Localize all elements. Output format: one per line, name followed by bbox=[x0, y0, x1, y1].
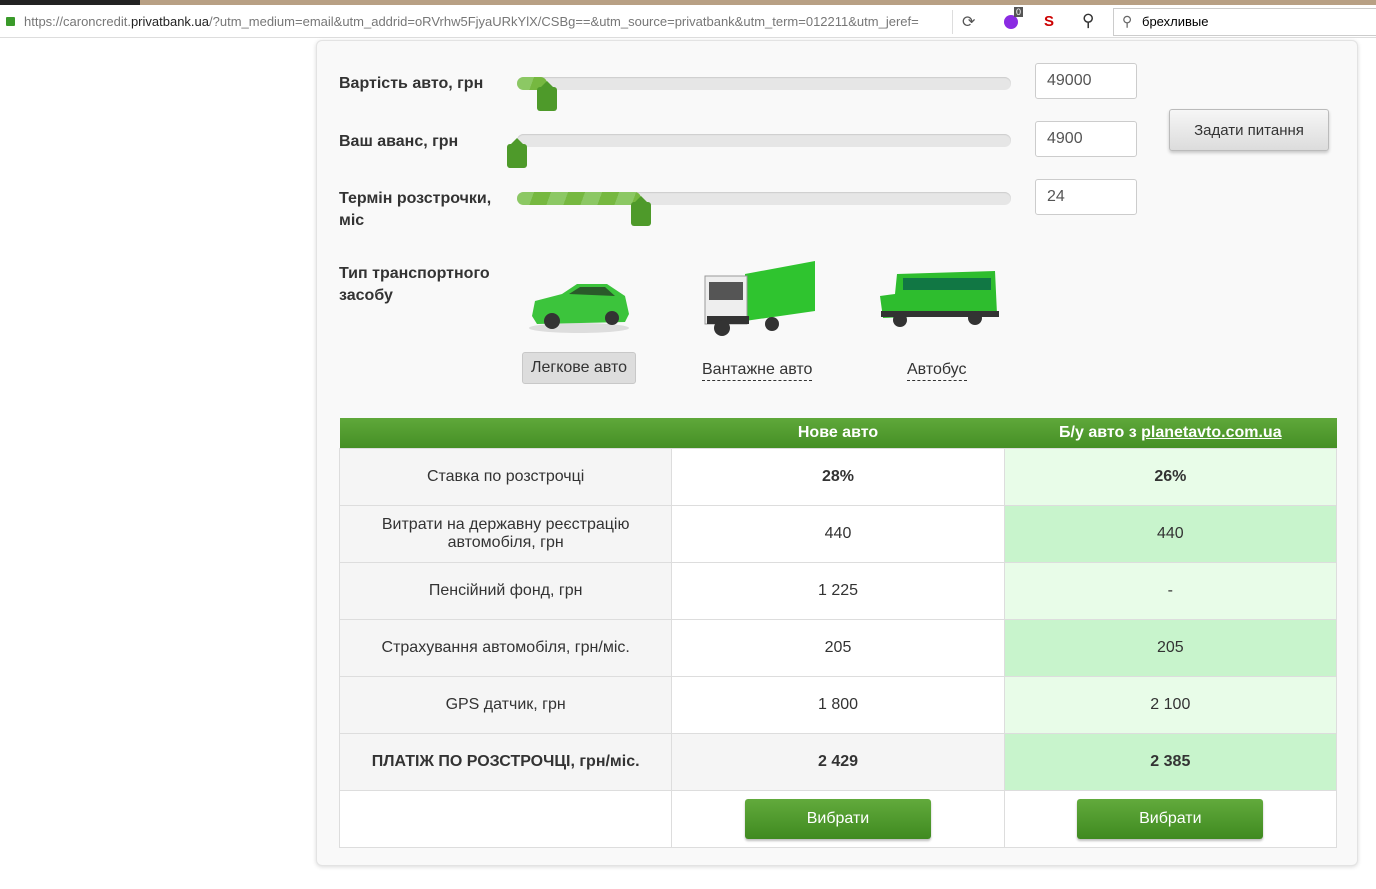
url-text[interactable]: https://caroncredit.privatbank.ua/?utm_m… bbox=[24, 14, 924, 29]
table-row: Ставка по розстрочці 28% 26% bbox=[338, 447, 1338, 506]
url-rest: /?utm_medium=email&utm_addrid=oRVrhw5Fjy… bbox=[209, 14, 919, 29]
advance-input[interactable] bbox=[1035, 121, 1137, 157]
choose-new-button[interactable]: Вибрати bbox=[744, 798, 931, 839]
table-row-total: ПЛАТІЖ ПО РОЗСТРОЧЦІ, грн/міс. 2 429 2 385 bbox=[338, 732, 1338, 791]
row-label: Страхування автомобіля, грн/міс. bbox=[338, 618, 673, 677]
lock-icon bbox=[6, 17, 15, 26]
slider-fill bbox=[517, 192, 641, 205]
car-image[interactable] bbox=[517, 256, 647, 346]
advance-label: Ваш аванс, грн bbox=[339, 133, 459, 150]
comparison-table: Нове авто Б/у авто з planetavto.com.ua С… bbox=[338, 418, 1338, 848]
new-value: 2 429 bbox=[671, 732, 1005, 791]
table-row: Страхування автомобіля, грн/міс. 205 205 bbox=[338, 618, 1338, 677]
bus-image[interactable] bbox=[875, 256, 1005, 346]
car-price-slider[interactable] bbox=[517, 77, 1011, 111]
new-value: 440 bbox=[671, 504, 1005, 563]
car-price-input[interactable] bbox=[1035, 63, 1137, 99]
new-value: 205 bbox=[671, 618, 1005, 677]
term-input[interactable] bbox=[1035, 179, 1137, 215]
new-value: 1 225 bbox=[671, 561, 1005, 620]
new-value: 1 800 bbox=[671, 675, 1005, 734]
reload-icon[interactable]: ⟳ bbox=[962, 12, 975, 32]
used-value: 26% bbox=[1003, 447, 1338, 506]
planetavto-link[interactable]: planetavto.com.ua bbox=[1141, 424, 1281, 441]
table-row: Витрати на державну реєстрацію автомобіл… bbox=[338, 504, 1338, 563]
address-bar[interactable]: https://caroncredit.privatbank.ua/?utm_m… bbox=[0, 5, 1376, 38]
search-input[interactable] bbox=[1142, 14, 1362, 29]
vehicle-type-label: Тип транспортного засобу bbox=[339, 265, 490, 304]
row-label: ПЛАТІЖ ПО РОЗСТРОЧЦІ, грн/міс. bbox=[338, 732, 673, 791]
addon-icon[interactable]: S bbox=[1044, 13, 1054, 30]
table-row: GPS датчик, грн 1 800 2 100 bbox=[338, 675, 1338, 734]
divider bbox=[952, 10, 953, 34]
used-action-cell: Вибрати bbox=[1003, 789, 1338, 848]
advance-slider[interactable] bbox=[507, 134, 1011, 168]
used-value: 440 bbox=[1003, 504, 1338, 563]
header-empty bbox=[339, 418, 672, 448]
row-label: Ставка по розстрочці bbox=[338, 447, 673, 506]
ask-question-button[interactable]: Задати питання bbox=[1169, 109, 1329, 151]
used-value: 2 385 bbox=[1003, 732, 1338, 791]
vehicle-option-car[interactable]: Легкове авто bbox=[522, 352, 636, 384]
url-domain: privatbank.ua bbox=[130, 14, 210, 29]
header-used-label: Б/у авто з bbox=[1059, 423, 1142, 441]
url-prefix: https://caroncredit. bbox=[24, 14, 131, 29]
header-used-car: Б/у авто з planetavto.com.ua bbox=[1004, 418, 1337, 448]
empty-cell bbox=[338, 789, 673, 848]
vehicle-option-truck[interactable]: Вантажне авто bbox=[702, 360, 813, 381]
table-header: Нове авто Б/у авто з planetavto.com.ua bbox=[339, 418, 1337, 448]
term-slider[interactable] bbox=[517, 192, 1011, 226]
row-label: GPS датчик, грн bbox=[338, 675, 673, 734]
used-value: - bbox=[1003, 561, 1338, 620]
row-label: Витрати на державну реєстрацію автомобіл… bbox=[338, 504, 673, 563]
term-label: Термін розстрочки, міс bbox=[339, 190, 492, 229]
calculator-panel: Вартість авто, грн Ваш аванс, грн Термін… bbox=[316, 40, 1358, 866]
table-row: Пенсійний фонд, грн 1 225- bbox=[338, 561, 1338, 620]
choose-used-button[interactable]: Вибрати bbox=[1077, 798, 1264, 839]
slider-thumb[interactable] bbox=[507, 138, 527, 168]
slider-thumb[interactable] bbox=[536, 81, 557, 111]
new-action-cell: Вибрати bbox=[671, 789, 1005, 848]
used-value: 2 100 bbox=[1003, 675, 1338, 734]
magnifier-icon[interactable]: ⚲ bbox=[1082, 11, 1094, 31]
extension-badge: 0 bbox=[1014, 7, 1024, 17]
search-icon: ⚲ bbox=[1122, 13, 1133, 29]
row-label: Пенсійний фонд, грн bbox=[338, 561, 673, 620]
table-row-actions: Вибрати Вибрати bbox=[338, 789, 1338, 848]
new-value: 28% bbox=[671, 447, 1005, 506]
used-value: 205 bbox=[1003, 618, 1338, 677]
car-price-label: Вартість авто, грн bbox=[339, 75, 484, 92]
vehicle-option-bus[interactable]: Автобус bbox=[907, 360, 967, 381]
slider-thumb[interactable] bbox=[630, 196, 651, 226]
extension-icon[interactable] bbox=[1004, 15, 1018, 29]
search-box[interactable]: ⚲ bbox=[1113, 8, 1376, 36]
header-new-car: Нове авто bbox=[671, 418, 1005, 448]
truck-image[interactable] bbox=[697, 256, 827, 346]
